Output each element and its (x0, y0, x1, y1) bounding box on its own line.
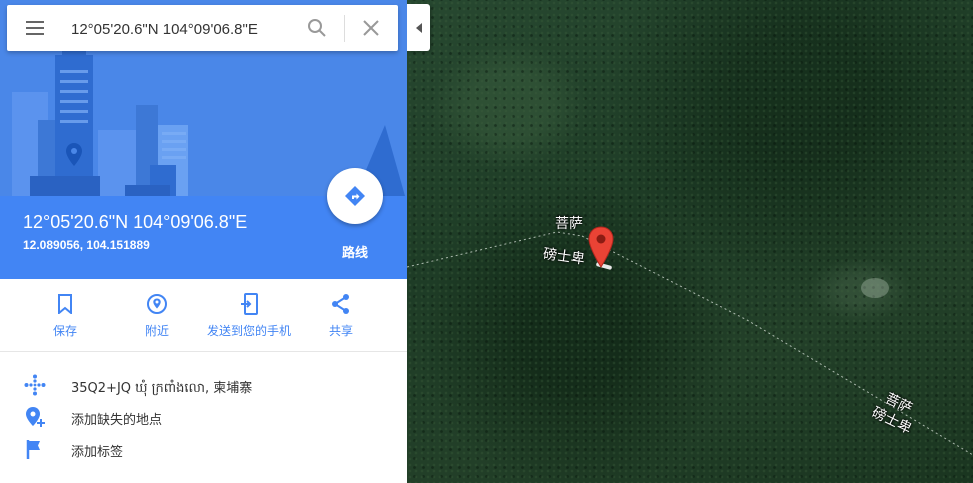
collapse-panel-button[interactable] (407, 4, 430, 51)
search-divider (344, 15, 345, 42)
caret-left-icon (415, 22, 422, 33)
search-box (7, 5, 398, 51)
add-place-row[interactable]: 添加缺失的地点 (0, 402, 407, 432)
map-label-province: 菩萨 (555, 216, 583, 232)
send-to-phone-label: 发送到您的手机 (207, 324, 292, 338)
search-icon[interactable] (307, 18, 327, 38)
plus-code-text: 35Q2+JQ ឃុំ ក្រពាំងលោ, 柬埔寨 (71, 381, 253, 396)
add-label-text: 添加标签 (71, 445, 124, 460)
send-to-phone-icon (241, 293, 258, 315)
share-button[interactable]: 共享 (321, 291, 361, 339)
search-input[interactable] (69, 17, 293, 41)
side-panel: 12°05'20.6"N 104°09'06.8"E 12.089056, 10… (0, 0, 407, 483)
plus-code-row[interactable]: 35Q2+JQ ឃុំ ក្រពាំងលោ, 柬埔寨 (0, 370, 407, 400)
place-decimal-coords: 12.089056, 104.151889 (23, 238, 150, 252)
directions-label[interactable]: 路线 (326, 242, 384, 261)
nearby-label: 附近 (144, 324, 169, 338)
save-button[interactable]: 保存 (45, 291, 85, 339)
share-label: 共享 (328, 324, 353, 338)
place-title: 12°05'20.6"N 104°09'06.8"E (23, 212, 248, 232)
share-icon (332, 294, 349, 314)
save-label: 保存 (52, 324, 77, 338)
directions-button[interactable] (327, 168, 383, 224)
flag-icon (26, 440, 40, 459)
directions-icon (345, 186, 365, 206)
add-place-icon (26, 407, 45, 427)
add-place-text: 添加缺失的地点 (71, 413, 163, 428)
send-to-phone-button[interactable]: 发送到您的手机 (207, 291, 291, 339)
action-bar: 保存 附近 发送到您的手机 共享 (0, 279, 407, 352)
location-pin-icon[interactable] (588, 226, 614, 273)
nearby-icon (147, 294, 167, 314)
plus-code-icon (24, 374, 46, 396)
add-label-row[interactable]: 添加标签 (0, 434, 407, 464)
close-icon[interactable] (362, 19, 380, 37)
bookmark-icon (58, 294, 72, 314)
hamburger-menu-icon[interactable] (24, 19, 46, 37)
nearby-button[interactable]: 附近 (137, 291, 177, 339)
